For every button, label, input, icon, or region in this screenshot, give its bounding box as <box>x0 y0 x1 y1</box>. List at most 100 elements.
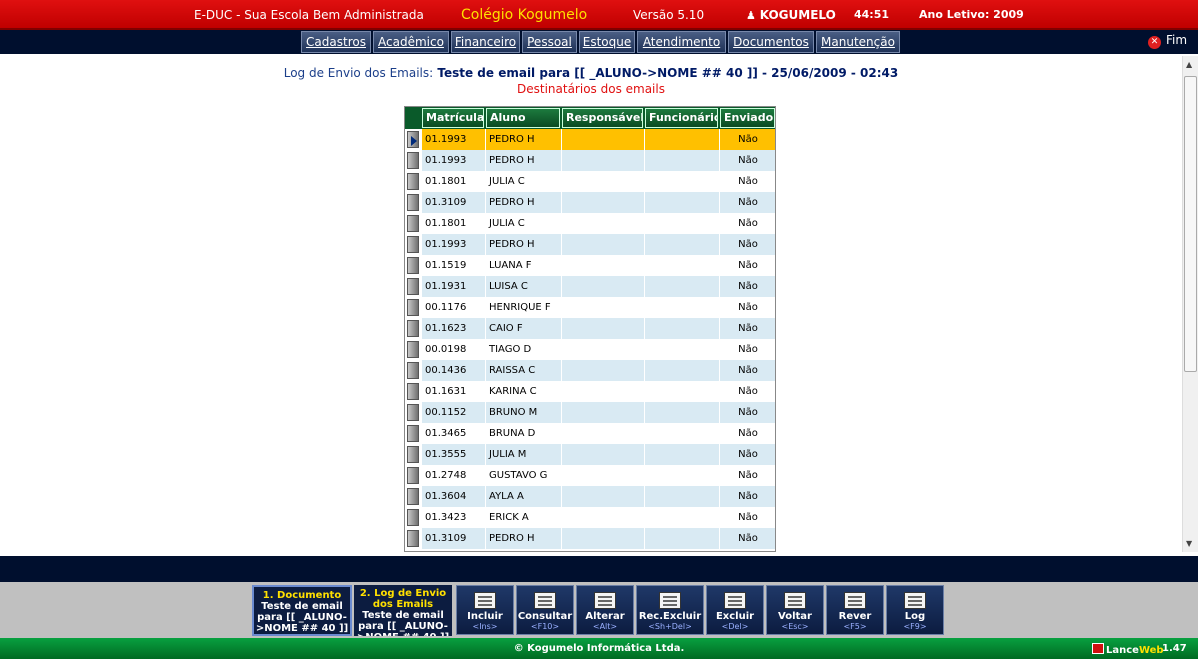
cell-responsavel[interactable] <box>562 339 645 360</box>
table-row[interactable]: 01.3109 PEDRO H Não <box>405 192 775 213</box>
breadcrumb-log[interactable]: 2. Log de Envio dos Emails Teste de emai… <box>354 585 452 636</box>
exit-button[interactable]: ✕ Fim <box>1148 33 1187 49</box>
row-selector[interactable] <box>407 509 419 526</box>
table-row[interactable]: 01.1801 JULIA C Não <box>405 171 775 192</box>
cell-funcionario[interactable] <box>645 234 720 255</box>
cell-aluno[interactable]: PEDRO H <box>486 234 562 255</box>
cell-aluno[interactable]: BRUNO M <box>486 402 562 423</box>
cell-enviado[interactable]: Não <box>720 297 775 318</box>
scroll-up-icon[interactable]: ▲ <box>1186 60 1192 69</box>
table-row[interactable]: 01.1631 KARINA C Não <box>405 381 775 402</box>
cell-aluno[interactable]: PEDRO H <box>486 528 562 549</box>
cell-responsavel[interactable] <box>562 318 645 339</box>
cell-enviado[interactable]: Não <box>720 339 775 360</box>
vertical-scrollbar[interactable]: ▲ ▼ <box>1182 56 1198 552</box>
table-row[interactable]: 01.3109 PEDRO H Não <box>405 528 775 549</box>
cell-enviado[interactable]: Não <box>720 402 775 423</box>
table-row[interactable]: 00.1176 HENRIQUE F Não <box>405 297 775 318</box>
cell-funcionario[interactable] <box>645 465 720 486</box>
row-selector[interactable] <box>407 152 419 169</box>
cell-funcionario[interactable] <box>645 318 720 339</box>
table-row[interactable]: 00.1152 BRUNO M Não <box>405 402 775 423</box>
cell-responsavel[interactable] <box>562 507 645 528</box>
cell-funcionario[interactable] <box>645 150 720 171</box>
cell-aluno[interactable]: BRUNA D <box>486 423 562 444</box>
cell-funcionario[interactable] <box>645 213 720 234</box>
cell-enviado[interactable]: Não <box>720 129 775 150</box>
cell-funcionario[interactable] <box>645 423 720 444</box>
column-header-responsavel[interactable]: Responsável <box>562 108 643 128</box>
cell-aluno[interactable]: JULIA C <box>486 213 562 234</box>
cell-matricula[interactable]: 00.0198 <box>422 339 486 360</box>
toolbar-button-alterar[interactable]: Alterar <Alt> <box>576 585 634 635</box>
table-row[interactable]: 01.3555 JULIA M Não <box>405 444 775 465</box>
cell-matricula[interactable]: 01.3604 <box>422 486 486 507</box>
cell-funcionario[interactable] <box>645 276 720 297</box>
cell-responsavel[interactable] <box>562 486 645 507</box>
cell-matricula[interactable]: 01.3555 <box>422 444 486 465</box>
cell-matricula[interactable]: 01.1801 <box>422 171 486 192</box>
cell-matricula[interactable]: 01.1631 <box>422 381 486 402</box>
table-row[interactable]: 01.1801 JULIA C Não <box>405 213 775 234</box>
cell-matricula[interactable]: 01.3465 <box>422 423 486 444</box>
cell-funcionario[interactable] <box>645 339 720 360</box>
row-selector[interactable] <box>407 383 419 400</box>
table-row[interactable]: 01.3465 BRUNA D Não <box>405 423 775 444</box>
menu-manutencao[interactable]: Manutenção <box>816 31 900 53</box>
row-selector[interactable] <box>407 341 419 358</box>
cell-matricula[interactable]: 01.1993 <box>422 234 486 255</box>
cell-responsavel[interactable] <box>562 528 645 549</box>
cell-matricula[interactable]: 01.3109 <box>422 528 486 549</box>
row-selector[interactable] <box>407 404 419 421</box>
cell-matricula[interactable]: 01.1931 <box>422 276 486 297</box>
cell-funcionario[interactable] <box>645 507 720 528</box>
cell-enviado[interactable]: Não <box>720 234 775 255</box>
cell-funcionario[interactable] <box>645 297 720 318</box>
cell-matricula[interactable]: 01.1519 <box>422 255 486 276</box>
row-selector[interactable] <box>407 236 419 253</box>
cell-funcionario[interactable] <box>645 528 720 549</box>
cell-aluno[interactable]: ERICK A <box>486 507 562 528</box>
cell-aluno[interactable]: HENRIQUE F <box>486 297 562 318</box>
cell-aluno[interactable]: TIAGO D <box>486 339 562 360</box>
toolbar-button-log[interactable]: Log <F9> <box>886 585 944 635</box>
cell-matricula[interactable]: 01.3109 <box>422 192 486 213</box>
cell-enviado[interactable]: Não <box>720 171 775 192</box>
menu-cadastros[interactable]: Cadastros <box>301 31 371 53</box>
row-selector[interactable] <box>407 131 419 148</box>
table-row[interactable]: 01.1623 CAIO F Não <box>405 318 775 339</box>
cell-responsavel[interactable] <box>562 213 645 234</box>
cell-responsavel[interactable] <box>562 192 645 213</box>
cell-enviado[interactable]: Não <box>720 192 775 213</box>
cell-aluno[interactable]: RAISSA C <box>486 360 562 381</box>
column-header-aluno[interactable]: Aluno <box>486 108 560 128</box>
cell-funcionario[interactable] <box>645 129 720 150</box>
cell-aluno[interactable]: GUSTAVO G <box>486 465 562 486</box>
menu-financeiro[interactable]: Financeiro <box>451 31 520 53</box>
cell-responsavel[interactable] <box>562 444 645 465</box>
row-selector[interactable] <box>407 467 419 484</box>
menu-atendimento[interactable]: Atendimento <box>637 31 726 53</box>
cell-funcionario[interactable] <box>645 402 720 423</box>
toolbar-button-voltar[interactable]: Voltar <Esc> <box>766 585 824 635</box>
menu-estoque[interactable]: Estoque <box>579 31 635 53</box>
cell-aluno[interactable]: LUANA F <box>486 255 562 276</box>
row-selector[interactable] <box>407 530 419 547</box>
row-selector[interactable] <box>407 278 419 295</box>
column-header-matricula[interactable]: Matrícula <box>422 108 484 128</box>
table-row[interactable]: 01.3423 ERICK A Não <box>405 507 775 528</box>
table-row[interactable]: 01.1993 PEDRO H Não <box>405 129 775 150</box>
table-row[interactable]: 01.2748 GUSTAVO G Não <box>405 465 775 486</box>
row-selector[interactable] <box>407 173 419 190</box>
row-selector[interactable] <box>407 446 419 463</box>
cell-aluno[interactable]: JULIA C <box>486 171 562 192</box>
cell-responsavel[interactable] <box>562 150 645 171</box>
cell-responsavel[interactable] <box>562 360 645 381</box>
row-selector[interactable] <box>407 320 419 337</box>
cell-matricula[interactable]: 00.1152 <box>422 402 486 423</box>
cell-responsavel[interactable] <box>562 171 645 192</box>
cell-responsavel[interactable] <box>562 402 645 423</box>
cell-enviado[interactable]: Não <box>720 150 775 171</box>
cell-responsavel[interactable] <box>562 276 645 297</box>
menu-academico[interactable]: Acadêmico <box>373 31 449 53</box>
